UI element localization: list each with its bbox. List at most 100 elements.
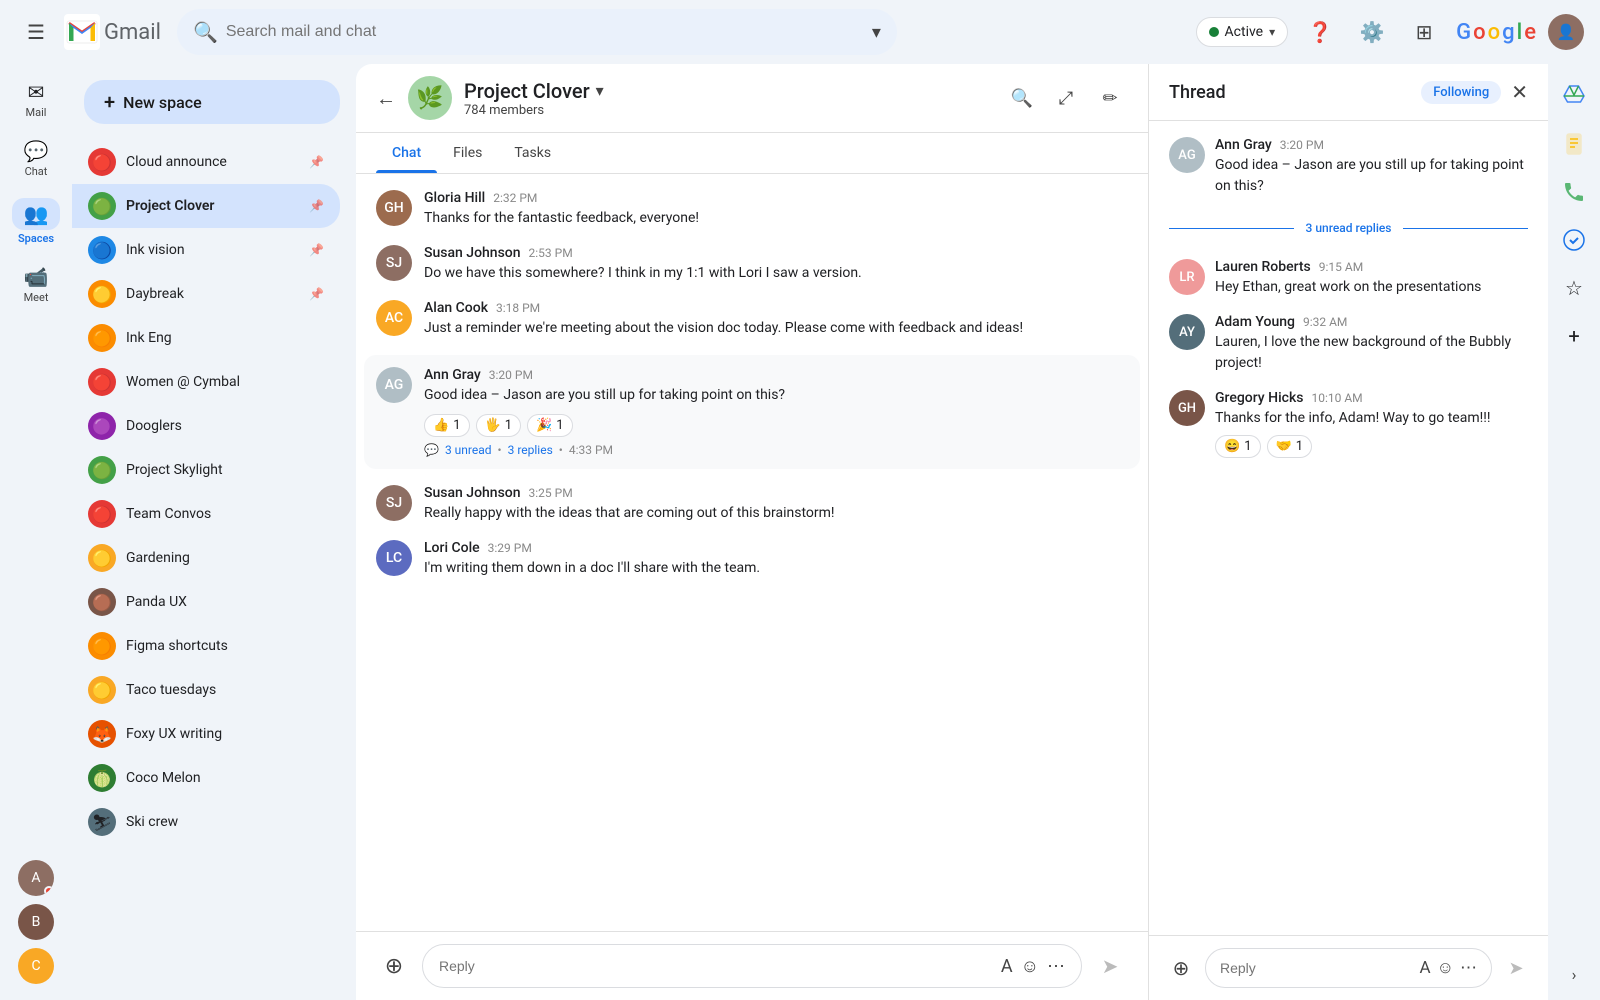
sidebar-item-taco-tuesdays[interactable]: 🟡Taco tuesdays [72,668,340,712]
space-name-gardening: Gardening [126,550,324,566]
emoji-icon[interactable]: ☺ [1021,956,1039,977]
sidebar-item-coco-melon[interactable]: 🍈Coco Melon [72,756,340,800]
user-avatar[interactable]: 👤 [1548,14,1584,50]
chat-popout-button[interactable]: ⤢ [1048,80,1084,116]
chat-nav-icon: 💬 [24,139,48,163]
spaces-panel: + New space 🔴Cloud announce📌🟢Project Clo… [72,64,352,1000]
chat-send-button[interactable]: ➤ [1092,948,1128,984]
sidebar-item-cloud-announce[interactable]: 🔴Cloud announce📌 [72,140,340,184]
settings-button[interactable]: ⚙️ [1352,12,1392,52]
sidebar-item-mail[interactable]: ✉ Mail [4,72,68,127]
thread-message-content: Ann Gray 3:20 PM Good idea – Jason are y… [1215,137,1528,197]
message-author: Gloria Hill [424,190,485,206]
sidebar-item-women-cymbal[interactable]: 🔴Women @ Cymbal [72,360,340,404]
sidebar-item-ink-vision[interactable]: 🔵Ink vision📌 [72,228,340,272]
star-icon[interactable]: ☆ [1554,268,1594,308]
space-icon-foxy-ux-writing: 🦊 [88,720,116,748]
sidebar-item-dooglers[interactable]: 🟣Dooglers [72,404,340,448]
sidebar-item-project-clover[interactable]: 🟢Project Clover📌 [72,184,340,228]
sidebar-avatar-1[interactable]: A [18,860,54,896]
apps-button[interactable]: ⊞ [1404,12,1444,52]
menu-button[interactable]: ☰ [16,12,56,52]
thread-send-button[interactable]: ➤ [1500,952,1532,984]
message-text: Do we have this somewhere? I think in my… [424,263,1128,284]
sidebar-item-figma-shortcuts[interactable]: 🟠Figma shortcuts [72,624,340,668]
thread-close-button[interactable]: ✕ [1511,80,1528,104]
google-docs-icon[interactable] [1554,124,1594,164]
space-name-cloud-announce: Cloud announce [126,154,299,170]
message-item: SJ Susan Johnson 2:53 PM Do we have this… [376,245,1128,284]
back-button[interactable]: ← [376,86,396,111]
space-icon-project-skylight: 🟢 [88,456,116,484]
google-phone-icon[interactable] [1554,172,1594,212]
thread-avatar: GH [1169,390,1205,426]
more-options-icon[interactable]: ⋯ [1047,956,1065,977]
emoji-icon[interactable]: ☺ [1437,958,1454,978]
add-icon[interactable]: + [1554,316,1594,356]
chat-add-attachment-button[interactable]: ⊕ [376,948,412,984]
sidebar-item-panda-ux[interactable]: 🟤 Panda UX [72,580,340,624]
chat-title-chevron-icon[interactable]: ▾ [596,81,604,100]
sidebar-item-ink-eng[interactable]: 🟠 Ink Eng [72,316,340,360]
topbar: ☰ Gmail 🔍 ▾ Active ▾ ❓ ⚙️ ⊞ [0,0,1600,64]
active-status-button[interactable]: Active ▾ [1196,17,1289,47]
format-text-icon[interactable]: A [1420,958,1431,978]
thread-input[interactable] [1220,960,1414,976]
sidebar-item-gardening[interactable]: 🟡Gardening [72,536,340,580]
sidebar-item-team-convos[interactable]: 🔴 Team Convos [72,492,340,536]
space-icon-ink-eng: 🟠 [88,324,116,352]
more-options-icon[interactable]: ⋯ [1460,958,1477,978]
sidebar-avatar-3[interactable]: C [18,948,54,984]
help-button[interactable]: ❓ [1300,12,1340,52]
format-text-icon[interactable]: A [1001,956,1013,977]
tab-chat[interactable]: Chat [376,133,437,173]
google-tasks-icon[interactable] [1554,220,1594,260]
gear-icon: ⚙️ [1360,20,1385,44]
message-thread-meta[interactable]: 💬 3 unread • 3 replies • 4:33 PM [424,443,1128,457]
google-drive-icon[interactable] [1554,76,1594,116]
help-icon: ❓ [1308,20,1333,44]
space-name-ink-eng: Ink Eng [126,330,324,346]
right-panel-expand-button[interactable]: › [1572,965,1577,984]
search-bar[interactable]: 🔍 ▾ [177,9,897,55]
tab-files[interactable]: Files [437,133,498,173]
search-input[interactable] [226,23,860,41]
chat-input[interactable] [439,958,993,974]
chat-search-button[interactable]: 🔍 [1004,80,1040,116]
search-icon: 🔍 [1011,88,1033,109]
search-dropdown-icon[interactable]: ▾ [872,22,881,43]
reaction-thumbsup[interactable]: 👍1 [424,414,470,437]
unread-line-right [1403,228,1528,229]
new-space-button[interactable]: + New space [84,80,340,124]
reaction-smile[interactable]: 😄1 [1215,435,1261,458]
thread-message-content: Lauren Roberts 9:15 AM Hey Ethan, great … [1215,259,1528,298]
space-name-dooglers: Dooglers [126,418,324,434]
sidebar-item-chat[interactable]: 💬 Chat [4,131,68,186]
space-name-team-convos: Team Convos [126,506,324,522]
active-indicator [1209,27,1219,37]
sidebar-item-spaces[interactable]: 👥 Spaces [4,190,68,253]
sidebar-item-daybreak[interactable]: 🟡Daybreak📌 [72,272,340,316]
reaction-handshake[interactable]: 🤝1 [1267,435,1313,458]
sidebar-item-ski-crew[interactable]: ⛷Ski crew [72,800,340,844]
following-badge[interactable]: Following [1421,81,1501,104]
message-time: 2:53 PM [529,246,573,260]
space-name-panda-ux: Panda UX [126,594,324,610]
space-icon-panda-ux: 🟤 [88,588,116,616]
sidebar-avatar-2[interactable]: B [18,904,54,940]
avatar: LC [376,540,412,576]
reaction-hand[interactable]: 🖐1 [476,414,522,437]
reaction-party[interactable]: 🎉1 [527,414,573,437]
thread-add-attachment-button[interactable]: ⊕ [1165,952,1197,984]
send-icon: ➤ [1508,958,1523,979]
space-icon-team-convos: 🔴 [88,500,116,528]
chat-input-area: ⊕ A ☺ ⋯ ➤ [356,931,1148,1000]
space-icon-cloud-announce: 🔴 [88,148,116,176]
meet-icon: 📹 [24,265,48,289]
tab-tasks[interactable]: Tasks [498,133,567,173]
chat-compose-button[interactable]: ✏ [1092,80,1128,116]
sidebar-item-project-skylight[interactable]: 🟢Project Skylight [72,448,340,492]
thread-message-author: Gregory Hicks [1215,390,1303,406]
sidebar-item-foxy-ux-writing[interactable]: 🦊Foxy UX writing [72,712,340,756]
sidebar-item-meet[interactable]: 📹 Meet [4,257,68,312]
